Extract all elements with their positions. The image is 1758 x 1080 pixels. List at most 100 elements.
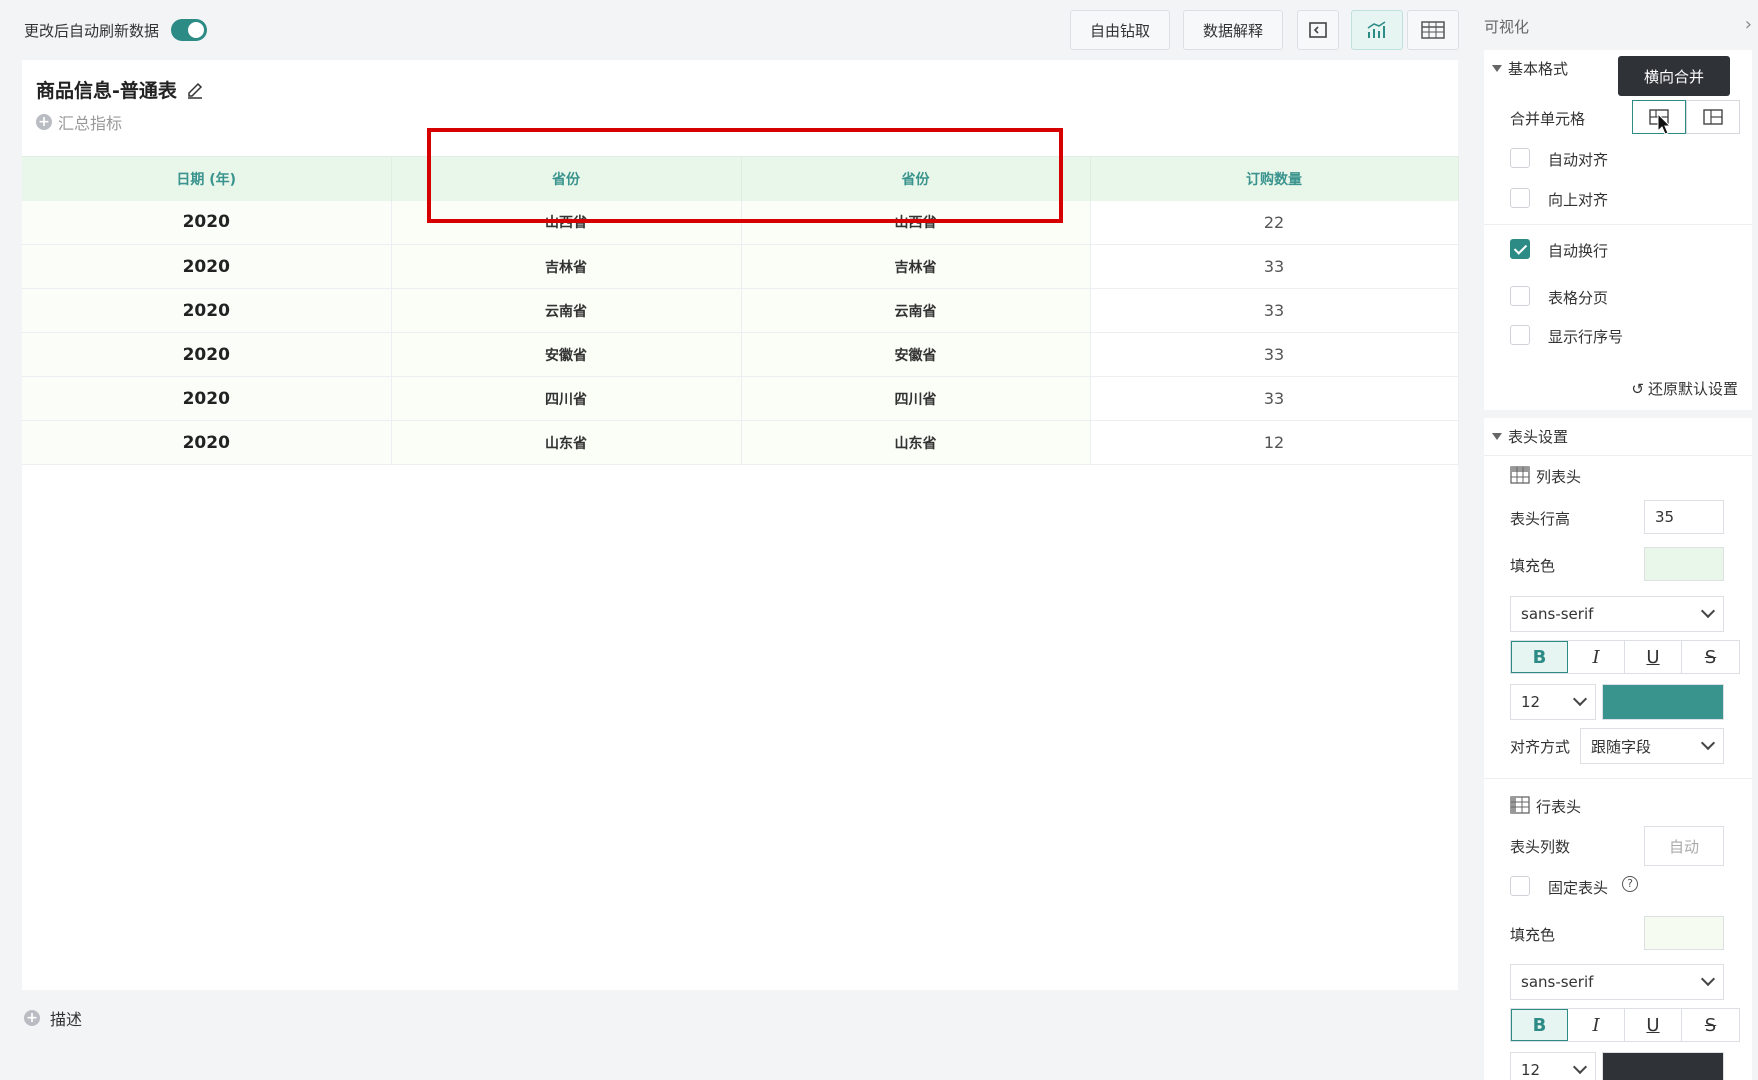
cell-qty: 33 (1090, 332, 1459, 377)
table-paging-label: 表格分页 (1548, 289, 1609, 307)
cell-date: 2020 (22, 332, 392, 377)
cell-date: 2020 (22, 200, 392, 245)
table-row: 2020 山东省 山东省 12 (22, 420, 1459, 465)
bar-chart-icon (1367, 21, 1386, 38)
chevron-down-icon (1572, 1059, 1588, 1075)
cell-province: 安徽省 (741, 332, 1091, 377)
table-paging-checkbox[interactable] (1510, 286, 1530, 306)
underline-button[interactable]: U (1625, 1009, 1682, 1041)
basic-format-title: 基本格式 (1508, 60, 1569, 78)
chevron-down-icon (1700, 603, 1716, 619)
header-font-value: sans-serif (1521, 605, 1594, 623)
merge-vertical-button[interactable] (1686, 100, 1740, 134)
cell-qty: 33 (1090, 376, 1459, 421)
table-row: 2020 云南省 云南省 33 (22, 288, 1459, 333)
header-font-select[interactable]: sans-serif (1510, 596, 1724, 632)
cell-province: 山东省 (741, 420, 1091, 465)
restore-default-button[interactable]: ↺ 还原默认设置 (1631, 378, 1738, 399)
header-fill-color-swatch[interactable] (1644, 547, 1724, 581)
header-font-color-swatch[interactable] (1602, 684, 1724, 720)
cell-date: 2020 (22, 376, 392, 421)
header-settings-title: 表头设置 (1508, 428, 1569, 446)
explain-button[interactable]: 数据解释 (1183, 10, 1283, 50)
strikethrough-button[interactable]: S (1682, 641, 1739, 673)
collapse-panel-icon[interactable]: › (1745, 14, 1752, 35)
table-row: 2020 安徽省 安徽省 33 (22, 332, 1459, 377)
row-header-label: 行表头 (1536, 798, 1582, 816)
strikethrough-button[interactable]: S (1682, 1009, 1739, 1041)
divider (1484, 455, 1752, 456)
collapse-triangle-icon (1492, 65, 1502, 72)
toggle-knob (188, 22, 204, 38)
title-row: 商品信息-普通表 (36, 76, 205, 103)
help-icon[interactable]: ? (1622, 876, 1638, 892)
panel-title: 可视化 (1484, 18, 1530, 36)
align-select[interactable]: 跟随字段 (1580, 728, 1724, 764)
cell-province: 四川省 (391, 376, 742, 421)
top-align-checkbox[interactable] (1510, 188, 1530, 208)
italic-button[interactable]: I (1568, 1009, 1625, 1041)
chevron-down-icon (1700, 971, 1716, 987)
cell-qty: 33 (1090, 288, 1459, 333)
code-view-button[interactable] (1297, 10, 1339, 50)
header-col-count-input[interactable]: 自动 (1644, 826, 1724, 866)
bold-button[interactable]: B (1511, 1009, 1568, 1041)
header-font-size-select[interactable]: 12 (1510, 684, 1596, 720)
row-header-font-value: sans-serif (1521, 973, 1594, 991)
italic-button[interactable]: I (1568, 641, 1625, 673)
row-number-label: 显示行序号 (1548, 328, 1624, 346)
add-summary-metric[interactable]: + 汇总指标 (36, 110, 122, 134)
divider (1484, 224, 1752, 225)
fix-header-checkbox[interactable] (1510, 876, 1530, 896)
column-header-label: 列表头 (1536, 468, 1582, 486)
row-header-fill-swatch[interactable] (1644, 916, 1724, 950)
header-settings-header[interactable]: 表头设置 (1492, 426, 1568, 447)
auto-wrap-label: 自动换行 (1548, 242, 1609, 260)
cell-province: 山东省 (391, 420, 742, 465)
row-header-font-color-swatch[interactable] (1602, 1052, 1724, 1080)
header-font-size-value: 12 (1521, 693, 1541, 711)
restore-default-label: 还原默认设置 (1647, 380, 1738, 398)
plus-circle-icon: + (24, 1010, 40, 1026)
bold-button[interactable]: B (1511, 641, 1568, 673)
auto-align-checkbox[interactable] (1510, 148, 1530, 168)
row-number-checkbox[interactable] (1510, 325, 1530, 345)
table-view-button[interactable] (1407, 10, 1459, 50)
header-text-style-group: B I U S (1510, 640, 1740, 674)
header-row-height-input[interactable]: 35 (1644, 500, 1724, 534)
table-row: 2020 四川省 四川省 33 (22, 376, 1459, 421)
highlight-annotation-box (427, 128, 1063, 223)
auto-wrap-checkbox[interactable] (1510, 239, 1530, 259)
restore-icon: ↺ (1631, 379, 1644, 398)
basic-format-header[interactable]: 基本格式 (1492, 58, 1568, 79)
auto-refresh-toggle[interactable] (171, 19, 207, 41)
table-row: 2020 吉林省 吉林省 33 (22, 244, 1459, 289)
cell-qty: 33 (1090, 244, 1459, 289)
underline-button[interactable]: U (1625, 641, 1682, 673)
row-header-font-size-value: 12 (1521, 1061, 1541, 1079)
cell-qty: 12 (1090, 420, 1459, 465)
summary-label: 汇总指标 (58, 114, 123, 133)
top-align-label: 向上对齐 (1548, 191, 1609, 209)
header-row-height-label: 表头行高 (1510, 510, 1571, 528)
basic-format-section: 基本格式 合并单元格 自动对齐 向上对齐 自动换行 表格分页 显示行序号 (1484, 50, 1752, 410)
header-date[interactable]: 日期 (年) (22, 156, 392, 201)
header-order-qty[interactable]: 订购数量 (1090, 156, 1459, 201)
page-title: 商品信息-普通表 (36, 80, 177, 102)
code-icon (1309, 22, 1327, 38)
add-description[interactable]: + 描述 (24, 1006, 82, 1030)
header-col-count-label: 表头列数 (1510, 838, 1571, 856)
header-settings-section: 表头设置 列表头 表头行高 35 填充色 sans-serif B I U S … (1484, 418, 1752, 1080)
chart-view-button[interactable] (1351, 10, 1403, 50)
auto-refresh-label: 更改后自动刷新数据 (24, 22, 160, 40)
chevron-down-icon (1572, 691, 1588, 707)
edit-icon[interactable] (185, 80, 205, 100)
top-toolbar: 更改后自动刷新数据 自由钻取 数据解释 (0, 0, 1470, 60)
cell-province: 云南省 (391, 288, 742, 333)
fix-header-label: 固定表头 (1548, 879, 1609, 897)
row-header-font-select[interactable]: sans-serif (1510, 964, 1724, 1000)
cell-qty: 22 (1090, 200, 1459, 245)
align-value: 跟随字段 (1591, 737, 1652, 756)
drill-button[interactable]: 自由钻取 (1070, 10, 1170, 50)
row-header-font-size-select[interactable]: 12 (1510, 1052, 1596, 1080)
